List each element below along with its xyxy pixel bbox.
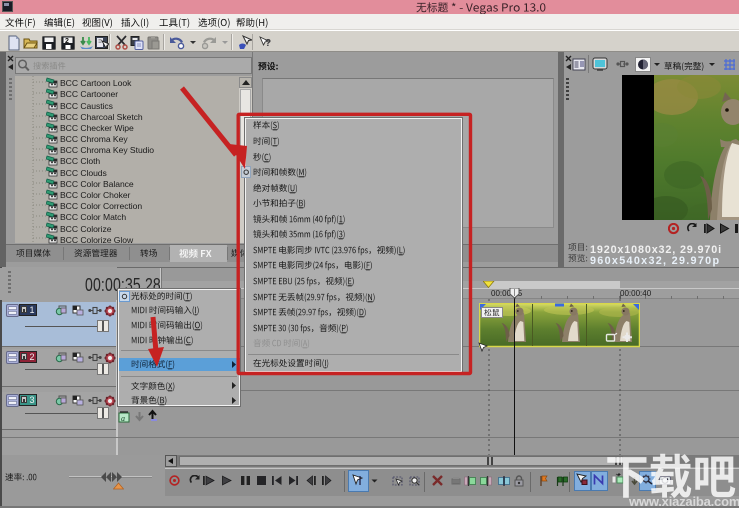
svg-text:a: a [121,414,125,423]
svg-text:?: ? [265,38,271,49]
svg-text:2: 2 [65,38,69,45]
